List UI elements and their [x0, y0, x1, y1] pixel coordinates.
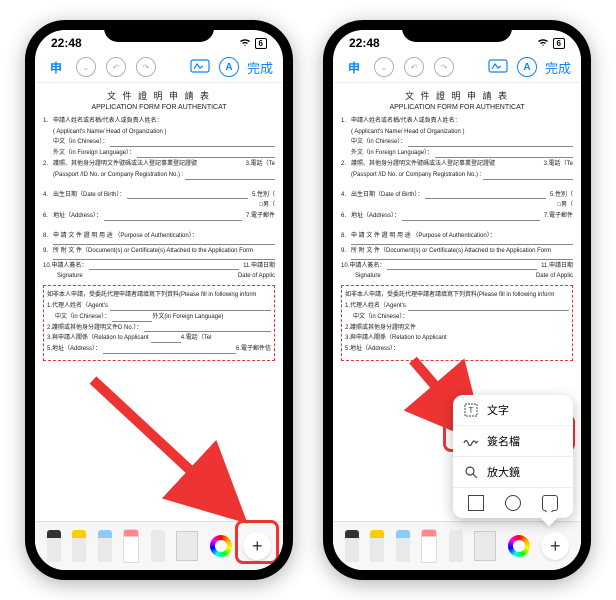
phone-right: 22:48 6 申 ⌄ ↶ ↷ A 完成 [323, 20, 591, 580]
svg-text:T: T [469, 406, 474, 415]
auto-icon[interactable]: A [517, 57, 537, 77]
battery-icon: 6 [255, 38, 267, 49]
marker-tool[interactable] [370, 530, 384, 562]
notch [104, 20, 214, 42]
doc-title-en: APPLICATION FORM FOR AUTHENTICAT [341, 103, 573, 112]
status-icons: 6 [537, 37, 565, 50]
wifi-icon [239, 37, 251, 50]
phone-left: 22:48 6 申 ⌄ ↶ ↷ A 完成 [25, 20, 293, 580]
dropdown-icon[interactable]: ⌄ [75, 56, 97, 78]
popup-text[interactable]: T 文字 [453, 395, 573, 426]
document-preview[interactable]: 文 件 證 明 申 請 表 APPLICATION FORM FOR AUTHE… [35, 83, 283, 513]
shape-square[interactable] [468, 495, 484, 511]
popup-signature[interactable]: 簽名檔 [453, 426, 573, 457]
color-picker[interactable] [210, 535, 232, 557]
doc-title-en: APPLICATION FORM FOR AUTHENTICAT [43, 103, 275, 112]
add-popup: T 文字 簽名檔 放大鏡 [453, 395, 573, 518]
marker-tool[interactable] [72, 530, 86, 562]
lasso-tool[interactable] [449, 530, 463, 562]
signature-icon [463, 436, 479, 446]
pen-tool[interactable] [345, 530, 359, 562]
agent-section: 如非本人申請，受委託代理申請者請填寫下列資料(Please fill in fo… [43, 285, 275, 361]
add-button[interactable]: + [243, 532, 271, 560]
popup-shapes-row [453, 488, 573, 518]
clock: 22:48 [349, 36, 380, 50]
markup-icon[interactable] [189, 56, 211, 78]
popup-magnifier[interactable]: 放大鏡 [453, 457, 573, 488]
popup-text-label: 文字 [487, 402, 509, 418]
status-icons: 6 [239, 37, 267, 50]
add-button[interactable]: + [541, 532, 569, 560]
ruler-tool[interactable] [474, 531, 496, 561]
pencil-tool[interactable] [98, 530, 112, 562]
wifi-icon [537, 37, 549, 50]
auto-icon[interactable]: A [219, 57, 239, 77]
doc-title-cn: 文 件 證 明 申 請 表 [341, 91, 573, 103]
clock: 22:48 [51, 36, 82, 50]
battery-icon: 6 [553, 38, 565, 49]
back-button[interactable]: 申 [45, 56, 67, 78]
done-button[interactable]: 完成 [545, 58, 571, 77]
color-picker[interactable] [508, 535, 530, 557]
magnifier-icon [463, 465, 479, 479]
drawing-toolbar: + [333, 521, 581, 570]
popup-magnifier-label: 放大鏡 [487, 464, 520, 480]
ruler-tool[interactable] [176, 531, 198, 561]
dropdown-icon[interactable]: ⌄ [373, 56, 395, 78]
undo-icon[interactable]: ↶ [105, 56, 127, 78]
drawing-toolbar: + [35, 521, 283, 570]
markup-toolbar: 申 ⌄ ↶ ↷ A 完成 [333, 52, 581, 83]
eraser-tool[interactable] [421, 529, 437, 563]
markup-toolbar: 申 ⌄ ↶ ↷ A 完成 [35, 52, 283, 83]
pen-tool[interactable] [47, 530, 61, 562]
redo-icon[interactable]: ↷ [433, 56, 455, 78]
popup-signature-label: 簽名檔 [487, 433, 520, 449]
redo-icon[interactable]: ↷ [135, 56, 157, 78]
agent-section: 如非本人申請，受委託代理申請者請填寫下列資料(Please fill in fo… [341, 285, 573, 361]
doc-title-cn: 文 件 證 明 申 請 表 [43, 91, 275, 103]
pencil-tool[interactable] [396, 530, 410, 562]
eraser-tool[interactable] [123, 529, 139, 563]
lasso-tool[interactable] [151, 530, 165, 562]
screen-right: 22:48 6 申 ⌄ ↶ ↷ A 完成 [333, 30, 581, 570]
screen-left: 22:48 6 申 ⌄ ↶ ↷ A 完成 [35, 30, 283, 570]
shape-circle[interactable] [505, 495, 521, 511]
notch [402, 20, 512, 42]
undo-icon[interactable]: ↶ [403, 56, 425, 78]
shape-speech-bubble[interactable] [542, 495, 558, 511]
markup-icon[interactable] [487, 56, 509, 78]
done-button[interactable]: 完成 [247, 58, 273, 77]
text-icon: T [463, 403, 479, 417]
back-button[interactable]: 申 [343, 56, 365, 78]
